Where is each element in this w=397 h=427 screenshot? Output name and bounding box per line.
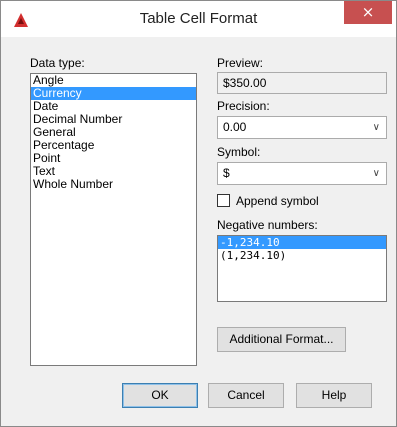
chevron-down-icon: ∨ xyxy=(372,168,380,179)
close-button[interactable]: × xyxy=(344,1,392,24)
precision-value: 0.00 xyxy=(223,120,247,134)
data-type-label: Data type: xyxy=(30,56,85,70)
negative-number-format-item[interactable]: (1,234.10) xyxy=(218,249,386,262)
symbol-dropdown[interactable]: $ ∨ xyxy=(217,162,387,185)
preview-label: Preview: xyxy=(217,56,264,70)
data-type-listbox[interactable]: Angle Currency Date Decimal Number General Pe… xyxy=(30,73,197,366)
help-button[interactable]: Help xyxy=(296,383,372,408)
negative-number-format-item[interactable]: -1,234.10 xyxy=(218,236,386,249)
table-cell-format-dialog: Table Cell Format × Data type: Angle Curr… xyxy=(0,0,397,427)
append-symbol-checkbox[interactable] xyxy=(217,194,230,207)
chevron-down-icon: ∨ xyxy=(372,122,380,133)
preview-field: $350.00 xyxy=(217,72,387,94)
append-symbol-label: Append symbol xyxy=(236,194,319,208)
symbol-label: Symbol: xyxy=(217,145,261,159)
cancel-button[interactable]: Cancel xyxy=(208,383,284,408)
title-bar: Table Cell Format × xyxy=(1,1,396,37)
data-type-item[interactable]: Point xyxy=(31,152,196,165)
precision-dropdown[interactable]: 0.00 ∨ xyxy=(217,116,387,139)
symbol-value: $ xyxy=(223,166,230,180)
data-type-item[interactable]: Whole Number xyxy=(31,178,196,191)
additional-format-button[interactable]: Additional Format... xyxy=(217,327,346,352)
precision-label: Precision: xyxy=(217,99,270,113)
negative-numbers-label: Negative numbers: xyxy=(217,218,318,232)
ok-button[interactable]: OK xyxy=(122,383,198,408)
dialog-title: Table Cell Format xyxy=(139,10,258,27)
negative-numbers-listbox[interactable]: -1,234.10 (1,234.10) xyxy=(217,235,387,302)
